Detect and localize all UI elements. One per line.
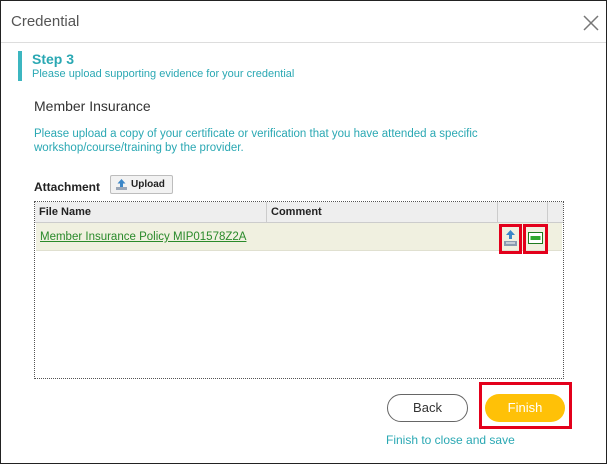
finish-note: Finish to close and save	[386, 433, 515, 447]
download-icon[interactable]	[503, 229, 518, 247]
column-divider	[497, 202, 498, 222]
section-title: Member Insurance	[34, 98, 151, 114]
close-icon[interactable]	[581, 13, 601, 33]
attachment-label: Attachment	[34, 180, 101, 194]
upload-icon	[116, 179, 127, 190]
step-accent-bar	[18, 51, 22, 81]
column-header-file-name: File Name	[39, 206, 91, 218]
step-description: Please upload supporting evidence for yo…	[32, 68, 295, 80]
step-title: Step 3	[32, 51, 75, 67]
file-name-link[interactable]: Member Insurance Policy MIP01578Z2A	[40, 231, 246, 243]
back-button[interactable]: Back	[387, 394, 468, 422]
step-indicator: Step 3 Please upload supporting evidence…	[18, 49, 578, 83]
upload-button-label: Upload	[131, 179, 165, 190]
column-header-comment: Comment	[271, 206, 322, 218]
table-row: Member Insurance Policy MIP01578Z2A	[36, 223, 562, 251]
table-header: File Name Comment	[35, 202, 563, 223]
dialog-title: Credential	[11, 13, 80, 30]
attachments-table: File Name Comment Member Insurance Polic…	[34, 201, 564, 379]
upload-instructions: Please upload a copy of your certificate…	[34, 128, 478, 154]
column-divider	[547, 202, 548, 222]
upload-button[interactable]: Upload	[110, 175, 173, 194]
dialog-title-bar: Credential	[1, 1, 606, 43]
finish-button[interactable]: Finish	[485, 394, 565, 422]
view-icon[interactable]	[528, 232, 543, 244]
title-divider	[1, 42, 606, 43]
credential-dialog: Credential Step 3 Please upload supporti…	[0, 0, 607, 464]
column-divider	[266, 202, 267, 222]
